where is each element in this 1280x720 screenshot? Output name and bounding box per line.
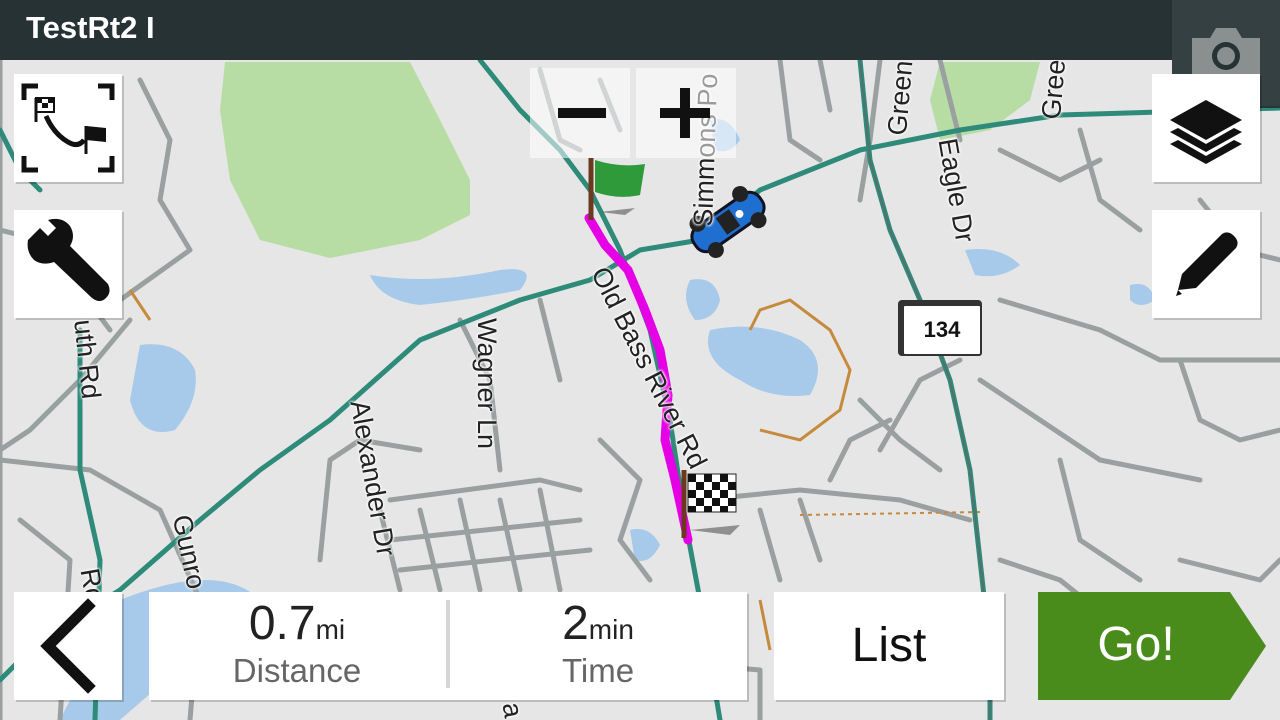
layers-icon [1170, 100, 1242, 164]
zoom-in-button[interactable] [636, 68, 736, 158]
zoom-out-button[interactable] [530, 68, 630, 158]
wrench-icon [27, 218, 110, 301]
road-label-green: Green [882, 59, 919, 137]
distance-label: Distance [232, 652, 362, 689]
distance-value: 0.7 [248, 597, 316, 650]
distance-stat: 0.7mi Distance [149, 592, 445, 700]
distance-unit: mi [315, 614, 346, 645]
road-label-wagner-ln: Wagner Ln [472, 318, 502, 450]
back-arrow-icon [40, 598, 96, 694]
road-label-gree: Gree [1036, 58, 1072, 121]
go-button-label: Go! [1097, 618, 1175, 671]
list-button[interactable]: List [774, 592, 1004, 700]
plus-icon [660, 88, 710, 138]
pencil-icon [1176, 232, 1238, 296]
time-value: 2 [562, 597, 589, 650]
map-layers-button[interactable] [1152, 74, 1260, 182]
minus-icon [558, 108, 606, 118]
time-unit: min [588, 614, 634, 645]
route-overview-button[interactable] [14, 74, 122, 182]
back-button[interactable] [14, 592, 122, 700]
settings-button[interactable] [14, 210, 122, 318]
time-label: Time [561, 652, 635, 689]
route-title: TestRt2 I [26, 10, 155, 45]
time-stat: 2min Time [450, 592, 746, 700]
route-shield: 134 [902, 304, 982, 356]
edit-route-button[interactable] [1152, 210, 1260, 318]
go-button[interactable]: Go! [1038, 592, 1266, 700]
title-bar: TestRt2 I [0, 0, 1172, 60]
route-overview-icon [21, 83, 115, 173]
